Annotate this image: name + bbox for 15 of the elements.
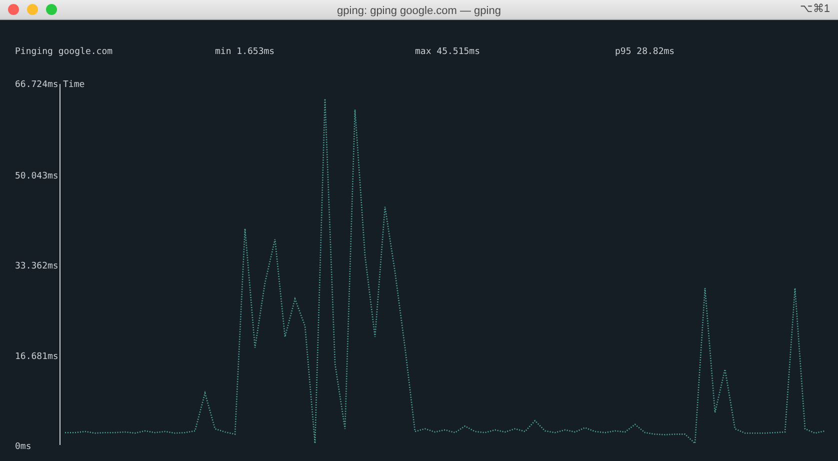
series-label: Time [63, 80, 85, 90]
shortcut-label: ⌥⌘1 [800, 2, 830, 18]
y-max-label: 66.724ms [15, 80, 58, 90]
y-tick-label: 16.681ms [15, 352, 58, 362]
target-host-label: Pinging google.com [15, 46, 114, 59]
p95-stat: p95 28.82ms [615, 46, 676, 59]
max-stat: max 45.515ms [415, 46, 482, 59]
window-title: gping: gping google.com — gping [337, 5, 501, 17]
y-tick-label: 50.043ms [15, 171, 58, 182]
zoom-button[interactable] [46, 4, 57, 15]
close-button[interactable] [8, 4, 19, 15]
y-tick-label: 33.362ms [15, 262, 58, 272]
minimize-button[interactable] [27, 4, 38, 15]
y-tick-label: 0ms [15, 442, 32, 452]
min-stat: min 1.653ms [215, 46, 276, 59]
